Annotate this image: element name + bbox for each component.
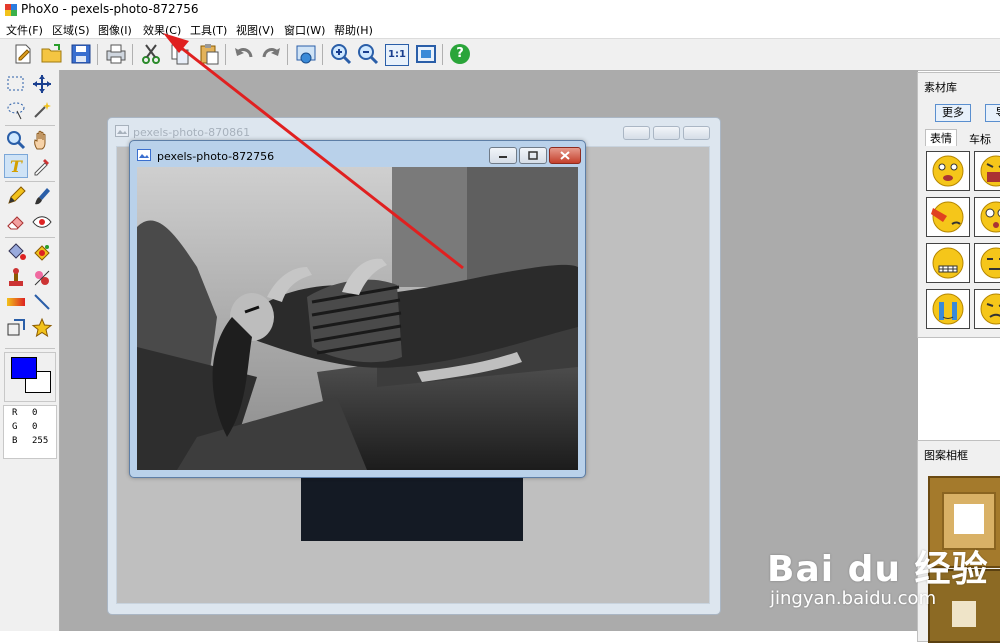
menu-file[interactable]: 文件(F) [6,22,43,38]
capture-icon[interactable] [294,42,318,66]
rect-select-icon[interactable] [5,73,27,95]
emoticon-item[interactable] [926,289,970,329]
window-title: PhoXo - pexels-photo-872756 [21,2,199,16]
watermark-url: jingyan.baidu.com [770,588,937,609]
open-folder-icon[interactable] [40,42,64,66]
undo-icon[interactable] [232,42,256,66]
eraser-icon[interactable] [5,211,27,233]
clone-stamp-icon[interactable] [5,267,27,289]
help-icon[interactable]: ? [450,44,470,64]
toolbar-separator [225,44,226,65]
foreground-color-swatch[interactable] [11,357,37,379]
line-icon[interactable] [31,291,53,313]
cut-icon[interactable] [139,42,163,66]
rgb-g-label: G [12,422,18,432]
eyedropper-icon[interactable] [31,155,53,177]
panel-separator [5,181,55,182]
magic-wand-icon[interactable] [31,99,53,121]
brush-icon[interactable] [31,185,53,207]
document-title-front: pexels-photo-872756 [157,150,275,163]
gradient-icon[interactable] [5,291,27,313]
menu-bar: 文件(F) 区域(S) 图像(I) 效果(C) 工具(T) 视图(V) 窗口(W… [0,20,1000,38]
tab-emoticons[interactable]: 表情 [925,129,957,146]
fit-window-icon[interactable] [414,42,438,66]
shape-star-icon[interactable] [31,317,53,339]
rgb-r-value: 0 [32,408,38,418]
rgb-b-value: 255 [32,436,49,446]
tab-car-logos[interactable]: 车标 [969,131,991,147]
emoticon-item[interactable] [974,151,1000,191]
lasso-select-icon[interactable] [5,99,27,121]
emoticon-item[interactable] [974,197,1000,237]
color-replace-icon[interactable] [31,241,53,263]
secondary-button[interactable]: 导 [985,104,1000,122]
emoticon-item[interactable] [926,243,970,283]
toolbar-separator [287,44,288,65]
more-button[interactable]: 更多 [935,104,971,122]
menu-region[interactable]: 区域(S) [52,22,90,38]
toolbar-separator [132,44,133,65]
move-icon[interactable] [31,73,53,95]
pencil-icon[interactable] [5,185,27,207]
materials-panel-title: 素材库 [924,81,957,94]
rgb-readout: R 0 G 0 B 255 [3,405,57,459]
panel-separator [5,348,55,349]
document-icon [115,125,129,137]
copy-icon[interactable] [168,42,192,66]
materials-panel: 素材库 更多 导 表情 车标 [917,72,1000,338]
rgb-b-label: B [12,436,18,446]
toolbar-separator [442,44,443,65]
title-bar: PhoXo - pexels-photo-872756 [0,0,1000,20]
document-icon [137,149,151,161]
menu-help[interactable]: 帮助(H) [334,22,373,38]
menu-window[interactable]: 窗口(W) [284,22,325,38]
toolbar-separator [322,44,323,65]
emoticon-item[interactable] [926,197,970,237]
transform-icon[interactable] [5,317,27,339]
maximize-button[interactable] [653,126,680,140]
zoom-tool-icon[interactable] [5,129,27,151]
hand-icon[interactable] [31,129,53,151]
text-tool-icon[interactable]: T [4,154,28,178]
panel-separator [5,125,55,126]
zoom-out-icon[interactable] [356,42,380,66]
svg-text:T: T [10,157,23,176]
emoticon-item[interactable] [974,289,1000,329]
close-button[interactable] [549,147,581,164]
fill-bucket-icon[interactable] [5,241,27,263]
toolbar-separator [97,44,98,65]
new-file-icon[interactable] [11,42,35,66]
minimize-button[interactable] [489,147,517,164]
menu-effects[interactable]: 效果(C) [143,22,181,38]
emoticon-item[interactable] [974,243,1000,283]
paste-icon[interactable] [197,42,221,66]
tool-panel: T R 0 G 0 B 255 [0,70,60,631]
watermark-logo: Bai du 经验 [767,549,989,590]
maximize-button[interactable] [519,147,547,164]
menu-view[interactable]: 视图(V) [236,22,274,38]
menu-image[interactable]: 图像(I) [98,22,132,38]
image-preview-dark [301,476,523,541]
toolbar: 1:1 ? [0,38,1000,71]
panel-separator [5,237,55,238]
rgb-g-value: 0 [32,422,38,432]
frames-panel-title: 图案相框 [924,449,968,462]
color-swatches [4,352,56,402]
rgb-r-label: R [12,408,18,418]
actual-size-icon[interactable]: 1:1 [385,44,409,66]
save-icon[interactable] [69,42,93,66]
redo-icon[interactable] [259,42,283,66]
red-eye-icon[interactable] [31,211,53,233]
zoom-in-icon[interactable] [329,42,353,66]
menu-tools[interactable]: 工具(T) [190,22,227,38]
photo-canvas[interactable] [137,167,578,470]
print-icon[interactable] [104,42,128,66]
smudge-icon[interactable] [31,267,53,289]
minimize-button[interactable] [623,126,650,140]
app-logo-icon [5,4,17,16]
document-title-back: pexels-photo-870861 [133,126,251,139]
close-button[interactable] [683,126,710,140]
emoticon-item[interactable] [926,151,970,191]
